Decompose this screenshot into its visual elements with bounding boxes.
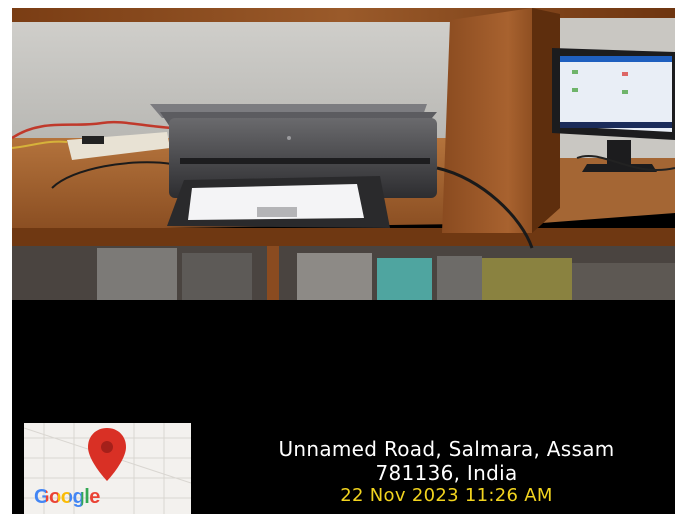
google-map-thumbnail: Google	[24, 423, 191, 514]
address-line-2: 781136, India	[375, 461, 518, 485]
address-line-1: Unnamed Road, Salmara, Assam	[278, 437, 615, 461]
google-logo: Google	[34, 486, 100, 509]
geotag-photo: Google Unnamed Road, Salmara, Assam 7811…	[12, 8, 675, 514]
google-logo-text: Google	[34, 486, 100, 508]
photo-printer-on-desk	[12, 8, 675, 300]
timestamp: 22 Nov 2023 11:26 AM	[340, 485, 553, 506]
